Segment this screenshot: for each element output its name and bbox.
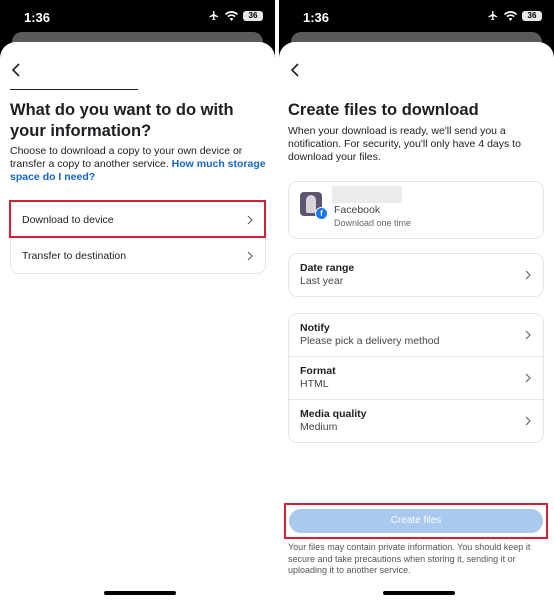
page-description: When your download is ready, we'll send … xyxy=(288,125,521,163)
format-row[interactable]: Format HTML xyxy=(289,356,543,399)
redacted-account-name xyxy=(332,186,402,203)
setting-value: Last year xyxy=(300,275,344,287)
download-settings-card: Notify Please pick a delivery method For… xyxy=(288,313,544,443)
status-bar: 1:36 36 xyxy=(0,0,275,34)
airplane-icon xyxy=(488,10,498,21)
home-indicator xyxy=(383,591,455,595)
battery-icon: 36 xyxy=(243,10,263,21)
highlight-annotation xyxy=(284,503,548,539)
status-bar: 1:36 36 xyxy=(279,0,554,34)
account-subtitle: Download one time xyxy=(334,218,412,228)
wifi-icon xyxy=(225,10,238,21)
airplane-icon xyxy=(209,10,219,21)
back-arrow-icon[interactable] xyxy=(289,62,303,78)
chevron-right-icon xyxy=(525,416,531,426)
setting-label: Media quality xyxy=(300,408,367,420)
setting-label: Date range xyxy=(300,262,355,274)
privacy-note: Your files may contain private informati… xyxy=(288,542,531,575)
page-title: What do you want to do with your informa… xyxy=(10,101,234,140)
header-divider xyxy=(10,89,138,90)
bottom-sheet: Create files to download When your downl… xyxy=(279,42,554,600)
setting-value: HTML xyxy=(300,378,329,390)
status-time: 1:36 xyxy=(24,10,51,25)
option-label: Transfer to destination xyxy=(22,249,127,262)
chevron-right-icon xyxy=(525,330,531,340)
battery-icon: 36 xyxy=(522,10,542,21)
setting-value: Please pick a delivery method xyxy=(300,335,440,347)
back-arrow-icon[interactable] xyxy=(10,62,24,78)
status-time: 1:36 xyxy=(303,10,330,25)
home-indicator xyxy=(104,591,176,595)
account-card: f Facebook Download one time xyxy=(288,181,544,239)
page-description: Choose to download a copy to your own de… xyxy=(10,145,268,184)
chevron-right-icon xyxy=(525,270,531,280)
right-phone-screen: 1:36 36 Create files to download When yo… xyxy=(279,0,554,600)
option-transfer-to-destination[interactable]: Transfer to destination xyxy=(11,237,265,273)
media-quality-row[interactable]: Media quality Medium xyxy=(289,399,543,442)
setting-value: Medium xyxy=(300,421,338,433)
notify-row[interactable]: Notify Please pick a delivery method xyxy=(289,314,543,356)
account-platform: Facebook xyxy=(334,204,381,216)
page-title: Create files to download xyxy=(288,101,479,119)
setting-label: Notify xyxy=(300,322,330,334)
date-range-card: Date range Last year xyxy=(288,253,544,297)
left-phone-screen: 1:36 36 What do you want to do with your… xyxy=(0,0,275,600)
facebook-badge-icon: f xyxy=(315,207,328,220)
chevron-right-icon xyxy=(525,373,531,383)
chevron-right-icon xyxy=(247,251,253,261)
highlight-annotation xyxy=(9,200,266,238)
wifi-icon xyxy=(504,10,517,21)
setting-label: Format xyxy=(300,365,336,377)
bottom-sheet: What do you want to do with your informa… xyxy=(0,42,275,600)
date-range-row[interactable]: Date range Last year xyxy=(289,254,543,296)
